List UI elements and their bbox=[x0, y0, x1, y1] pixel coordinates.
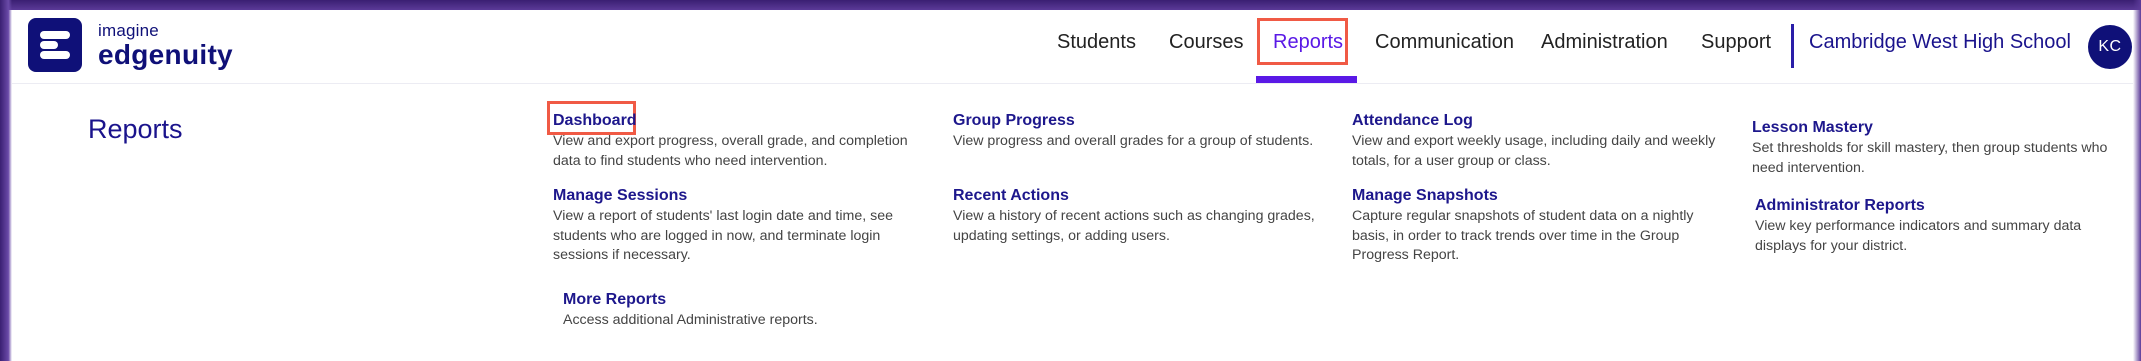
report-desc-lesson-mastery: Set thresholds for skill mastery, then g… bbox=[1752, 140, 2108, 176]
user-avatar[interactable]: KC bbox=[2088, 25, 2132, 69]
report-item-manage-snapshots: Manage Snapshots Capture regular snapsho… bbox=[1352, 186, 1732, 266]
report-link-manage-sessions[interactable]: Manage Sessions bbox=[553, 186, 687, 206]
report-item-recent-actions: Recent Actions View a history of recent … bbox=[953, 186, 1343, 246]
report-item-dashboard: Dashboard View and export progress, over… bbox=[553, 111, 933, 171]
report-link-administrator-reports[interactable]: Administrator Reports bbox=[1755, 196, 1925, 216]
brand-line2: edgenuity bbox=[98, 38, 233, 70]
report-link-attendance-log[interactable]: Attendance Log bbox=[1352, 111, 1473, 131]
app-frame: imagine edgenuity Students Courses Repor… bbox=[12, 10, 2133, 361]
report-link-dashboard[interactable]: Dashboard bbox=[553, 111, 637, 131]
edgenuity-logo-icon bbox=[28, 18, 82, 72]
report-desc-more-reports: Access additional Administrative reports… bbox=[563, 312, 818, 328]
nav-students[interactable]: Students bbox=[1057, 31, 1136, 54]
report-item-group-progress: Group Progress View progress and overall… bbox=[953, 111, 1353, 152]
nav-divider bbox=[1791, 24, 1794, 68]
window-shadow-top bbox=[0, 0, 2141, 10]
report-desc-administrator-reports: View key performance indicators and summ… bbox=[1755, 218, 2082, 254]
brand-line1: imagine bbox=[98, 20, 159, 40]
report-link-more-reports[interactable]: More Reports bbox=[563, 290, 666, 310]
report-desc-manage-sessions: View a report of students' last login da… bbox=[553, 208, 893, 263]
top-header: imagine edgenuity Students Courses Repor… bbox=[12, 10, 2133, 84]
window-shadow-left bbox=[0, 0, 12, 361]
school-name[interactable]: Cambridge West High School bbox=[1809, 31, 2071, 54]
report-item-lesson-mastery: Lesson Mastery Set thresholds for skill … bbox=[1752, 118, 2132, 178]
nav-support[interactable]: Support bbox=[1701, 31, 1771, 54]
report-desc-manage-snapshots: Capture regular snapshots of student dat… bbox=[1352, 208, 1694, 263]
nav-reports[interactable]: Reports bbox=[1273, 31, 1343, 54]
report-item-manage-sessions: Manage Sessions View a report of student… bbox=[553, 186, 933, 266]
nav-active-underline bbox=[1256, 76, 1357, 83]
report-link-group-progress[interactable]: Group Progress bbox=[953, 111, 1075, 131]
nav-communication[interactable]: Communication bbox=[1375, 31, 1514, 54]
brand-logo[interactable]: imagine edgenuity bbox=[28, 18, 233, 72]
report-link-manage-snapshots[interactable]: Manage Snapshots bbox=[1352, 186, 1498, 206]
report-desc-dashboard: View and export progress, overall grade,… bbox=[553, 133, 908, 169]
nav-administration[interactable]: Administration bbox=[1541, 31, 1668, 54]
report-item-more-reports: More Reports Access additional Administr… bbox=[563, 290, 943, 331]
report-desc-group-progress: View progress and overall grades for a g… bbox=[953, 133, 1314, 149]
report-desc-recent-actions: View a history of recent actions such as… bbox=[953, 208, 1315, 244]
report-desc-attendance-log: View and export weekly usage, including … bbox=[1352, 133, 1716, 169]
report-link-recent-actions[interactable]: Recent Actions bbox=[953, 186, 1069, 206]
report-item-administrator-reports: Administrator Reports View key performan… bbox=[1755, 196, 2125, 256]
report-link-lesson-mastery[interactable]: Lesson Mastery bbox=[1752, 118, 1873, 138]
report-item-attendance-log: Attendance Log View and export weekly us… bbox=[1352, 111, 1732, 171]
reports-section-title: Reports bbox=[88, 114, 183, 144]
nav-courses[interactable]: Courses bbox=[1169, 31, 1243, 54]
window-shadow-right bbox=[2133, 0, 2141, 361]
brand-wordmark: imagine edgenuity bbox=[98, 22, 233, 69]
